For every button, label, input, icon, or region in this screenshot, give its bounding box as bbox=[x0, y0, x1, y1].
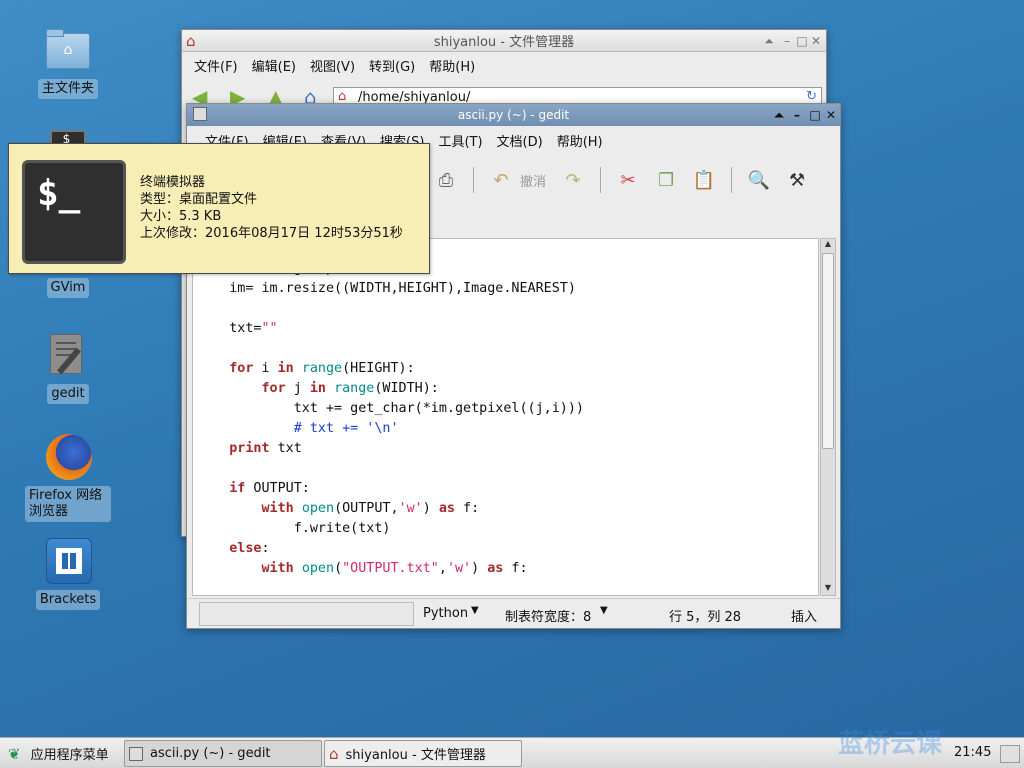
scroll-up-icon[interactable]: ▲ bbox=[821, 239, 835, 251]
undo-icon[interactable]: ↶ bbox=[486, 165, 516, 195]
code-line: if OUTPUT: bbox=[229, 481, 310, 496]
cursor-position: 行 5，列 28 bbox=[669, 610, 742, 625]
menu-help[interactable]: 帮助(H) bbox=[422, 56, 482, 75]
desktop-icon-label: gedit bbox=[47, 384, 89, 404]
gedit-window-icon bbox=[193, 107, 207, 121]
desktop-icon-gedit[interactable]: gedit bbox=[24, 332, 112, 404]
editor-scrollbar[interactable]: ▲ ▼ bbox=[820, 238, 836, 596]
close-icon[interactable]: ✕ bbox=[809, 34, 823, 48]
app-menu-icon: ❦ bbox=[8, 744, 21, 763]
app-menu-button[interactable]: ❦ 应用程序菜单 bbox=[0, 740, 120, 767]
code-line: with open("OUTPUT.txt",'w') as f: bbox=[261, 561, 528, 576]
minimize-icon[interactable]: – bbox=[790, 108, 804, 122]
terminal-tooltip: $_ 终端模拟器 类型：桌面配置文件 大小：5.3 KB 上次修改：2016年0… bbox=[8, 143, 430, 274]
search-icon[interactable]: 🔍 bbox=[744, 165, 774, 195]
scroll-down-icon[interactable]: ▼ bbox=[821, 583, 835, 595]
desktop-icon-label: Brackets bbox=[35, 590, 101, 610]
home-icon: ⌂ bbox=[186, 32, 196, 50]
code-line: with open(OUTPUT,'w') as f: bbox=[261, 501, 480, 516]
window-title: shiyanlou - 文件管理器 bbox=[433, 35, 575, 50]
scrollbar-thumb[interactable] bbox=[822, 253, 834, 449]
task-label: ascii.py (~) - gedit bbox=[150, 746, 271, 761]
undo-button[interactable]: 撤消 bbox=[520, 171, 546, 190]
shade-icon[interactable]: ⏶ bbox=[772, 108, 786, 122]
task-gedit[interactable]: ascii.py (~) - gedit bbox=[124, 740, 322, 767]
toolbar-separator bbox=[731, 167, 733, 193]
desktop-icon-gvim[interactable]: GVim bbox=[24, 278, 112, 298]
window-title: ascii.py (~) - gedit bbox=[457, 108, 570, 122]
code-line: for i in range(HEIGHT): bbox=[229, 361, 415, 376]
tooltip-size: 大小：5.3 KB bbox=[140, 209, 222, 224]
desktop-icon-label: 主文件夹 bbox=[37, 79, 98, 99]
clock: 21:45 bbox=[954, 745, 992, 760]
code-line: f.write(txt) bbox=[197, 521, 391, 536]
print-icon[interactable]: ⎙ bbox=[431, 165, 461, 195]
insert-mode: 插入 bbox=[791, 610, 818, 625]
reload-icon[interactable]: ↻ bbox=[806, 89, 817, 104]
desktop-icon-brackets[interactable]: Brackets bbox=[24, 538, 112, 610]
gedit-statusbar: Python ▼ 制表符宽度：8 ▼ 行 5，列 28 插入 bbox=[187, 598, 840, 628]
chevron-down-icon: ▼ bbox=[600, 605, 608, 616]
cut-icon[interactable]: ✂ bbox=[613, 165, 643, 195]
menu-edit[interactable]: 编辑(E) bbox=[245, 56, 303, 75]
code-line: im= im.resize((WIDTH,HEIGHT),Image.NEARE… bbox=[197, 281, 576, 296]
menu-file[interactable]: 文件(F) bbox=[187, 56, 245, 75]
tab-width-selector[interactable]: 制表符宽度：8 bbox=[505, 606, 591, 625]
chevron-down-icon: ▼ bbox=[471, 605, 479, 616]
home-icon: ⌂ bbox=[329, 744, 339, 763]
firefox-icon bbox=[44, 434, 92, 482]
tooltip-name: 终端模拟器 bbox=[140, 175, 206, 190]
language-selector[interactable]: Python bbox=[423, 606, 468, 621]
code-line: txt="" bbox=[197, 321, 278, 336]
tooltip-modified: 上次修改：2016年08月17日 12时53分51秒 bbox=[140, 226, 403, 241]
desktop-icon-home[interactable]: ⌂ 主文件夹 bbox=[24, 27, 112, 99]
desktop-icon-label: GVim bbox=[46, 278, 90, 298]
menu-tools[interactable]: 工具(T) bbox=[431, 131, 489, 150]
app-menu-label: 应用程序菜单 bbox=[30, 748, 109, 763]
code-line: # txt += '\n' bbox=[293, 421, 399, 436]
file-manager-menubar: 文件(F) 编辑(E) 视图(V) 转到(G) 帮助(H) bbox=[182, 52, 826, 78]
gedit-toolbar: ⎙ ↶ 撤消 ↷ ✂ ❐ 📋 🔍 ⚒ bbox=[427, 162, 816, 198]
toolbar-separator bbox=[600, 167, 602, 193]
watermark-logo: 蓝桥云课 bbox=[838, 729, 943, 759]
terminal-icon: $_ bbox=[22, 160, 126, 264]
taskbar: ❦ 应用程序菜单 ascii.py (~) - gedit ⌂ shiyanlo… bbox=[0, 729, 1024, 768]
code-editor[interactable]: if __name__ == '__main__': im = Image.op… bbox=[192, 238, 819, 596]
home-folder-icon: ⌂ bbox=[44, 27, 92, 75]
copy-icon[interactable]: ❐ bbox=[651, 165, 681, 195]
desktop-icon-firefox[interactable]: Firefox 网络浏览器 bbox=[24, 434, 112, 522]
code-line: txt += get_char(*im.getpixel((j,i))) bbox=[197, 401, 584, 416]
status-message-area bbox=[199, 602, 414, 626]
code-line: print txt bbox=[229, 441, 302, 456]
menu-help[interactable]: 帮助(H) bbox=[550, 131, 610, 150]
task-label: shiyanlou - 文件管理器 bbox=[345, 748, 486, 763]
file-manager-titlebar[interactable]: ⌂ shiyanlou - 文件管理器 ⏶ – □ ✕ bbox=[182, 30, 826, 52]
tooltip-type: 类型：桌面配置文件 bbox=[140, 192, 258, 207]
folder-home-icon: ⌂ bbox=[338, 89, 347, 104]
gedit-icon bbox=[129, 746, 143, 761]
close-icon[interactable]: ✕ bbox=[824, 108, 838, 122]
menu-go[interactable]: 转到(G) bbox=[362, 56, 422, 75]
gedit-titlebar[interactable]: ascii.py (~) - gedit ⏶ – □ ✕ bbox=[187, 104, 840, 126]
maximize-icon[interactable]: □ bbox=[808, 108, 822, 122]
menu-view[interactable]: 视图(V) bbox=[303, 56, 362, 75]
redo-icon[interactable]: ↷ bbox=[558, 165, 588, 195]
toolbar-separator bbox=[473, 167, 474, 193]
show-desktop-icon[interactable] bbox=[1000, 745, 1020, 763]
brackets-icon bbox=[44, 538, 92, 586]
replace-icon[interactable]: ⚒ bbox=[782, 165, 812, 195]
desktop-icon-label: Firefox 网络浏览器 bbox=[25, 486, 111, 522]
code-line: for j in range(WIDTH): bbox=[261, 381, 439, 396]
paste-icon[interactable]: 📋 bbox=[689, 165, 719, 195]
shade-icon[interactable]: ⏶ bbox=[762, 34, 776, 48]
minimize-icon[interactable]: – bbox=[780, 34, 794, 48]
maximize-icon[interactable]: □ bbox=[795, 34, 809, 48]
task-file-manager[interactable]: ⌂ shiyanlou - 文件管理器 bbox=[324, 740, 522, 767]
menu-documents[interactable]: 文档(D) bbox=[490, 131, 550, 150]
gedit-icon bbox=[44, 332, 92, 380]
code-line: else: bbox=[229, 541, 270, 556]
